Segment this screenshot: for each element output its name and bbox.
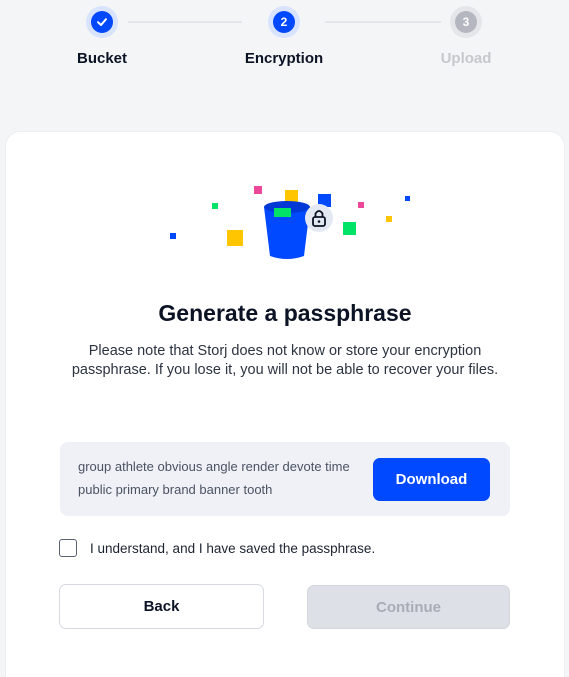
step-label: Upload (440, 50, 492, 67)
confirm-row[interactable]: I understand, and I have saved the passp… (59, 538, 375, 558)
step-label: Bucket (76, 50, 128, 67)
passphrase-text[interactable]: group athlete obvious angle render devot… (78, 456, 368, 501)
step-bucket[interactable]: Bucket (47, 6, 157, 67)
stepper: Bucket 2 Encryption 3 Upload (0, 0, 569, 80)
confirm-checkbox[interactable] (59, 539, 77, 557)
download-button[interactable]: Download (373, 458, 490, 501)
passphrase-card: Generate a passphrase Please note that S… (6, 132, 564, 677)
page-title: Generate a passphrase (158, 300, 412, 326)
passphrase-description: Please note that Storj does not know or … (71, 343, 499, 378)
confirm-label[interactable]: I understand, and I have saved the passp… (90, 541, 375, 556)
bucket-with-lock-icon (160, 180, 416, 270)
step-number: 3 (455, 11, 477, 33)
back-button[interactable]: Back (59, 584, 264, 629)
step-encryption[interactable]: 2 Encryption (229, 6, 339, 67)
step-label: Encryption (244, 50, 324, 67)
step-upload: 3 Upload (411, 6, 521, 67)
step-number: 2 (273, 11, 295, 33)
passphrase-box: group athlete obvious angle render devot… (60, 442, 510, 516)
checkmark-icon (91, 11, 113, 33)
continue-button[interactable]: Continue (307, 585, 510, 629)
